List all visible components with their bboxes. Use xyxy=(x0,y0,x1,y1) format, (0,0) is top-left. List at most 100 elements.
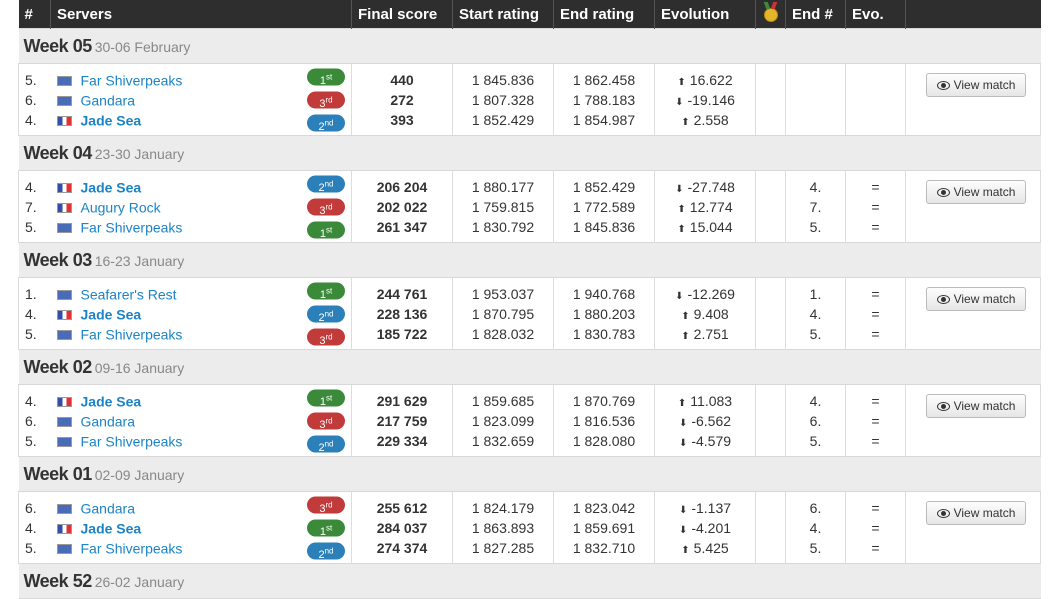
france-flag-icon xyxy=(56,523,72,534)
server-link[interactable]: Gandara xyxy=(81,501,135,517)
rank-cell: 4. xyxy=(18,170,51,197)
arrow-up-icon: ⬆ xyxy=(681,311,690,322)
week-header-row: Week 52 26-02 January xyxy=(18,563,1041,599)
header-rank[interactable]: # xyxy=(18,0,51,29)
header-evolution[interactable]: Evolution xyxy=(654,0,756,29)
evo-cell: = xyxy=(845,384,906,411)
rank-cell: 6. xyxy=(18,491,51,518)
view-match-label: View match xyxy=(953,78,1016,92)
rank-cell: 6. xyxy=(18,90,51,110)
arrow-down-icon: ⬇ xyxy=(675,97,684,108)
final-score-cell: 272 xyxy=(351,90,453,110)
placement-suffix: st xyxy=(325,393,333,403)
final-score-cell: 244 761 xyxy=(351,277,453,304)
view-match-button[interactable]: View match xyxy=(926,73,1026,97)
server-link[interactable]: Seafarer's Rest xyxy=(81,287,177,303)
placement-suffix: nd xyxy=(324,179,334,189)
rank-cell: 5. xyxy=(18,431,51,457)
medal-icon xyxy=(763,8,778,22)
server-cell: Jade Sea 1st xyxy=(50,384,352,411)
evolution-cell: ⬆ 2.751 xyxy=(654,324,756,350)
evo-cell: = xyxy=(845,170,906,197)
action-cell: View match xyxy=(905,170,1041,243)
server-link[interactable]: Jade Sea xyxy=(81,394,142,410)
placement-badge: 3rd xyxy=(307,91,345,110)
start-rating-cell: 1 832.659 xyxy=(452,431,554,457)
action-cell: View match xyxy=(905,63,1041,136)
medal-cell xyxy=(755,324,786,350)
server-link[interactable]: Jade Sea xyxy=(81,113,142,129)
header-end-rating[interactable]: End rating xyxy=(553,0,655,29)
france-flag-icon xyxy=(56,115,72,126)
end-rank-cell: 5. xyxy=(785,324,846,350)
placement-badge: 1st xyxy=(307,389,345,408)
arrow-down-icon: ⬇ xyxy=(675,184,684,195)
start-rating-cell: 1 807.328 xyxy=(452,90,554,110)
end-rating-cell: 1 845.836 xyxy=(553,217,655,243)
header-evo[interactable]: Evo. xyxy=(845,0,906,29)
server-link[interactable]: Augury Rock xyxy=(81,200,161,216)
evolution-value: 5.425 xyxy=(693,540,729,556)
evolution-value: -4.579 xyxy=(691,433,732,449)
server-link[interactable]: Far Shiverpeaks xyxy=(81,327,183,343)
header-end-rank[interactable]: End # xyxy=(785,0,846,29)
server-link[interactable]: Jade Sea xyxy=(81,180,142,196)
eu-flag-icon xyxy=(56,543,72,554)
final-score-cell: 284 037 xyxy=(351,518,453,538)
arrow-up-icon: ⬆ xyxy=(681,545,690,556)
arrow-down-icon: ⬇ xyxy=(678,438,688,449)
server-link[interactable]: Gandara xyxy=(81,414,135,430)
week-title: Week 04 xyxy=(23,142,93,163)
view-match-button[interactable]: View match xyxy=(926,394,1026,418)
end-rating-cell: 1 830.783 xyxy=(553,324,655,350)
evolution-value: 2.751 xyxy=(693,326,729,342)
placement-suffix: nd xyxy=(324,439,334,448)
start-rating-cell: 1 863.893 xyxy=(452,518,554,538)
rank-cell: 5. xyxy=(18,63,51,90)
start-rating-cell: 1 852.429 xyxy=(452,110,554,136)
header-final-score[interactable]: Final score xyxy=(351,0,453,29)
server-cell: Far Shiverpeaks 2nd xyxy=(50,431,352,457)
evo-cell xyxy=(845,110,906,136)
medal-cell xyxy=(755,518,786,538)
action-cell: View match xyxy=(905,277,1041,350)
server-cell: Jade Sea 2nd xyxy=(50,304,352,324)
start-rating-cell: 1 870.795 xyxy=(452,304,554,324)
view-match-button[interactable]: View match xyxy=(926,287,1026,311)
view-match-button[interactable]: View match xyxy=(926,501,1026,525)
server-cell: Far Shiverpeaks 1st xyxy=(50,217,352,243)
medal-cell xyxy=(755,110,786,136)
table-row: 5. Far Shiverpeaks 3rd 185 722 1 828.032 1 83… xyxy=(18,324,1041,350)
table-row: 4. Jade Sea 2nd 228 136 1 870.795 1 880.203 ⬆ 9… xyxy=(18,304,1041,324)
evo-cell: = xyxy=(845,411,906,431)
end-rank-cell: 1. xyxy=(785,277,846,304)
week-header-row: Week 01 02-09 January xyxy=(18,456,1041,492)
week-dates: 26-02 January xyxy=(94,573,185,590)
eu-flag-icon xyxy=(56,289,72,300)
table-row: 1. Seafarer's Rest 1st 244 761 1 953.037 1 94… xyxy=(18,277,1041,350)
evolution-value: 2.558 xyxy=(693,112,729,128)
server-link[interactable]: Far Shiverpeaks xyxy=(81,220,183,236)
header-medal[interactable] xyxy=(755,0,786,29)
medal-cell xyxy=(755,491,786,518)
end-rating-cell: 1 823.042 xyxy=(553,491,655,518)
medal-cell xyxy=(755,411,786,431)
server-link[interactable]: Far Shiverpeaks xyxy=(81,434,183,450)
placement-suffix: nd xyxy=(324,118,334,127)
server-cell: Far Shiverpeaks 2nd xyxy=(50,538,352,564)
server-link[interactable]: Far Shiverpeaks xyxy=(81,73,183,89)
view-match-button[interactable]: View match xyxy=(926,180,1026,204)
start-rating-cell: 1 827.285 xyxy=(452,538,554,564)
start-rating-cell: 1 759.815 xyxy=(452,197,554,217)
server-link[interactable]: Jade Sea xyxy=(81,307,142,323)
server-link[interactable]: Far Shiverpeaks xyxy=(81,541,183,557)
rank-cell: 4. xyxy=(18,110,51,136)
server-link[interactable]: Jade Sea xyxy=(81,521,142,537)
end-rank-cell: 4. xyxy=(785,304,846,324)
evo-cell: = xyxy=(845,491,906,518)
server-link[interactable]: Gandara xyxy=(81,93,135,109)
final-score-cell: 393 xyxy=(351,110,453,136)
header-servers[interactable]: Servers xyxy=(50,0,352,29)
header-start-rating[interactable]: Start rating xyxy=(452,0,554,29)
evolution-cell: ⬆ 2.558 xyxy=(654,110,756,136)
